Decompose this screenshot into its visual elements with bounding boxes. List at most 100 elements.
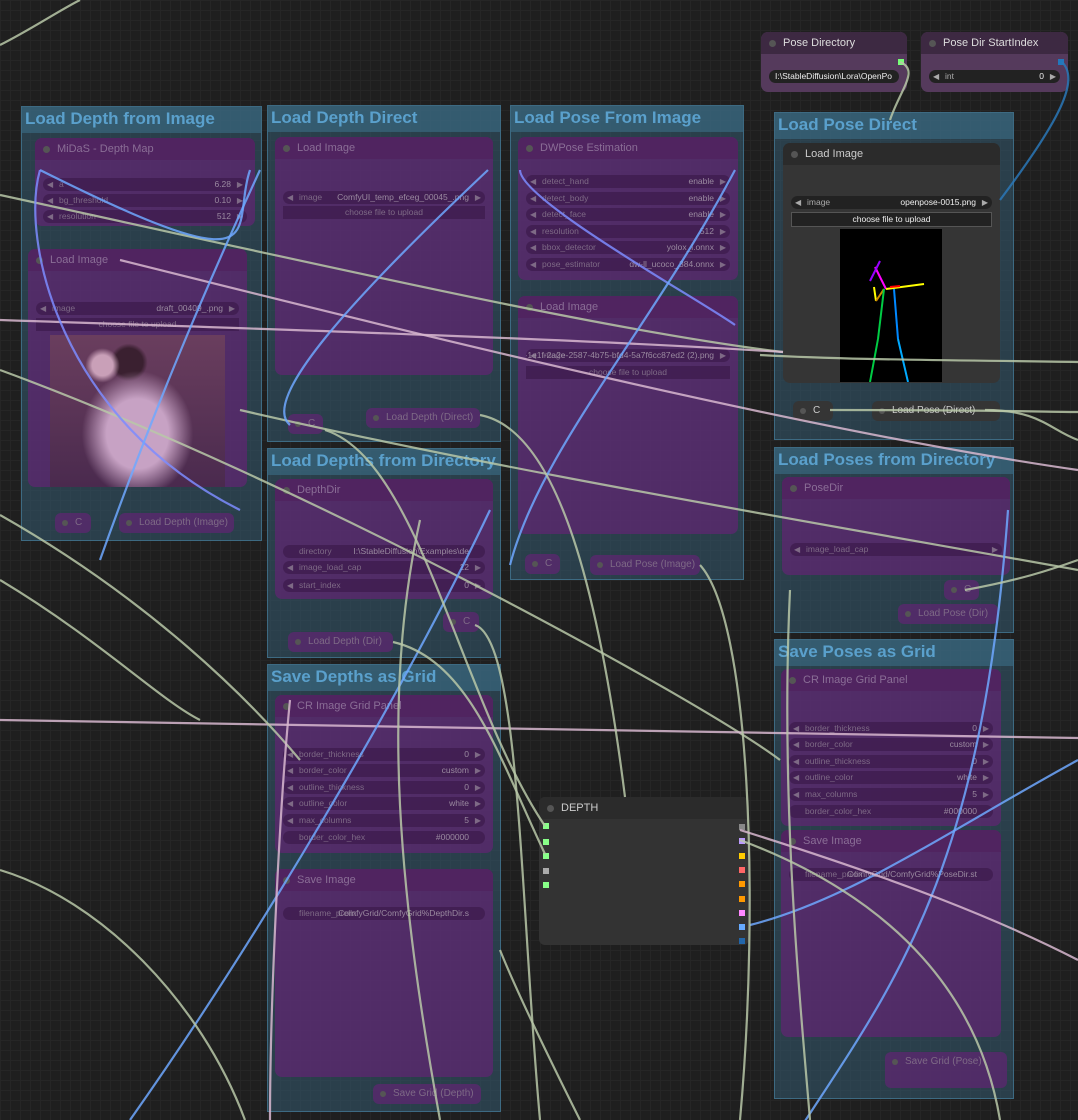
widget-filename-prefix[interactable]: filename_prefix ComfyGrid/ComfyGrid%Depth… xyxy=(283,907,485,920)
reroute-node-save-grid-depth[interactable]: Save Grid (Depth) xyxy=(373,1084,481,1104)
widget-border-thickness[interactable]: border_thickness 0 xyxy=(789,722,993,735)
node-pose-directory[interactable]: Pose Directory I:\StableDiffusion\Lora\Op… xyxy=(761,32,907,92)
reroute-node-c[interactable]: C xyxy=(525,554,560,574)
widget-label: resolution xyxy=(59,211,96,221)
group-title: Load Depth from Image xyxy=(22,107,261,133)
input-slot[interactable] xyxy=(543,839,549,845)
widget-pose-estimator[interactable]: pose_estimator dw-ll_ucoco_384.onnx xyxy=(526,258,730,271)
widget-value: yolox_l.onnx xyxy=(666,242,714,252)
node-title: Pose Directory xyxy=(761,32,907,54)
widget-image[interactable]: image openpose-0015.png xyxy=(791,196,992,209)
widget-start-index[interactable]: start_index 0 xyxy=(283,579,485,592)
widget-value: I:\StableDiffusion\Lora\OpenPo xyxy=(775,71,893,81)
widget-border-color-hex[interactable]: border_color_hex #000000 xyxy=(283,831,485,844)
widget-int[interactable]: int 0 xyxy=(929,70,1060,83)
widget-bbox-detector[interactable]: bbox_detector yolox_l.onnx xyxy=(526,241,730,254)
widget-outline-color[interactable]: outline_color white xyxy=(283,797,485,810)
output-slot[interactable] xyxy=(898,59,904,65)
reroute-node-c[interactable]: C xyxy=(55,513,91,533)
input-slot[interactable] xyxy=(543,868,549,874)
widget-border-color-hex[interactable]: border_color_hex #000000 xyxy=(789,805,993,818)
output-slot[interactable] xyxy=(739,838,745,845)
node-load-image-direct[interactable]: Load Image image ComfyUI_temp_efceg_00045_… xyxy=(275,137,493,375)
widget-image[interactable]: image ComfyUI_temp_efceg_00045_.png xyxy=(283,191,485,204)
widget-directory[interactable]: directory I:\StableDiffusion\Examples\de xyxy=(283,545,485,558)
widget-outline-thickness[interactable]: outline_thickness 0 xyxy=(283,781,485,794)
node-title: DEPTH xyxy=(539,797,749,819)
group-title: Save Poses as Grid xyxy=(775,640,1013,666)
input-slot[interactable] xyxy=(543,823,549,829)
widget-outline-color[interactable]: outline_color white xyxy=(789,771,993,784)
output-slot[interactable] xyxy=(739,866,745,873)
widget-value: 12 xyxy=(459,562,469,572)
widget-max-columns[interactable]: max_columns 5 xyxy=(283,814,485,827)
widget-detect-body[interactable]: detect_body enable xyxy=(526,192,730,205)
widget-image-load-cap[interactable]: image_load_cap xyxy=(790,543,1002,556)
widget-border-color[interactable]: border_color custom xyxy=(283,764,485,777)
node-title: Save Image xyxy=(275,869,493,891)
widget-value: 0 xyxy=(464,782,469,792)
reroute-node-c[interactable]: C xyxy=(443,612,479,632)
output-slot[interactable] xyxy=(739,881,745,888)
node-midas[interactable]: MiDaS - Depth Map a 6.28 bg_threshold 0.10 re… xyxy=(35,138,255,226)
widget-detect-hand[interactable]: detect_hand enable xyxy=(526,175,730,188)
widget-text[interactable]: I:\StableDiffusion\Lora\OpenPo xyxy=(769,70,899,83)
reroute-node-load-pose-dir[interactable]: Load Pose (Dir) xyxy=(898,604,998,624)
output-slot[interactable] xyxy=(739,895,745,902)
node-depth[interactable]: DEPTH xyxy=(539,797,749,945)
widget-filename-prefix[interactable]: filename_prefix ComfyGrid/ComfyGrid%PoseD… xyxy=(789,868,993,881)
widget-image[interactable]: image2372071f-1e1f-2a2e-2587-4b75-bfd4-5… xyxy=(526,349,730,362)
widget-label: border_thickness xyxy=(299,749,364,759)
widget-value: 0 xyxy=(464,580,469,590)
output-slot[interactable] xyxy=(739,938,745,945)
choose-file-button[interactable]: choose file to upload xyxy=(283,206,485,219)
node-depthdir[interactable]: DepthDir directory I:\StableDiffusion\Exam… xyxy=(275,479,493,599)
node-title: MiDaS - Depth Map xyxy=(35,138,255,160)
node-save-pose[interactable]: Save Image filename_prefix ComfyGrid/Comfy… xyxy=(781,830,1001,1037)
widget-resolution[interactable]: resolution 512 xyxy=(526,225,730,238)
widget-border-thickness[interactable]: border_thickness 0 xyxy=(283,748,485,761)
widget-max-columns[interactable]: max_columns 5 xyxy=(789,788,993,801)
reroute-node-load-depth-direct[interactable]: Load Depth (Direct) xyxy=(366,408,480,428)
reroute-node-save-grid-pose[interactable]: Save Grid (Pose) xyxy=(885,1052,1007,1088)
node-load-image-pose[interactable]: Load Image image2372071f-1e1f-2a2e-2587-4… xyxy=(518,296,738,534)
choose-file-button[interactable]: choose file to upload xyxy=(526,366,730,379)
reroute-node-c[interactable]: C xyxy=(793,401,833,421)
input-slot[interactable] xyxy=(543,853,549,859)
output-slot[interactable] xyxy=(739,852,745,859)
output-slot[interactable] xyxy=(739,824,745,830)
output-slot[interactable] xyxy=(739,909,745,916)
choose-file-button[interactable]: choose file to upload xyxy=(36,318,239,331)
widget-image-load-cap[interactable]: image_load_cap 12 xyxy=(283,561,485,574)
node-dwpose[interactable]: DWPose Estimationdetect_handenabledetect… xyxy=(518,137,738,280)
group-title: Load Pose From Image xyxy=(511,106,743,132)
widget-a[interactable]: a 6.28 xyxy=(43,178,247,191)
node-pose-dir-startindex[interactable]: Pose Dir StartIndex int 0 xyxy=(921,32,1068,92)
widget-border-color[interactable]: border_color custom xyxy=(789,738,993,751)
reroute-node-load-pose-image[interactable]: Load Pose (Image) xyxy=(590,555,700,575)
reroute-node-c[interactable]: C xyxy=(944,580,979,600)
widget-label: bbox_detector xyxy=(542,242,596,252)
widget-resolution[interactable]: resolution 512 xyxy=(43,210,247,223)
reroute-node-load-pose-direct[interactable]: Load Pose (Direct) xyxy=(872,401,1000,421)
widget-bg-threshold[interactable]: bg_threshold 0.10 xyxy=(43,194,247,207)
widget-outline-thickness[interactable]: outline_thickness 0 xyxy=(789,755,993,768)
widget-detect-face[interactable]: detect_face enable xyxy=(526,208,730,221)
reroute-node-load-depth-dir[interactable]: Load Depth (Dir) xyxy=(288,632,393,652)
node-save-depth[interactable]: Save Image filename_prefix ComfyGrid/Comfy… xyxy=(275,869,493,1077)
reroute-node-c[interactable]: C xyxy=(288,414,323,434)
output-slot[interactable] xyxy=(739,924,745,931)
choose-file-button[interactable]: choose file to upload xyxy=(791,212,992,227)
widget-label: detect_hand xyxy=(542,176,589,186)
group-title: Load Depth Direct xyxy=(268,106,500,132)
widget-image[interactable]: image draft_00409_.png xyxy=(36,302,239,315)
widget-label: image xyxy=(52,303,76,313)
reroute-node-load-depth-image[interactable]: Load Depth (Image) xyxy=(119,513,234,533)
node-grid-depth[interactable]: CR Image Grid Panelborder_thickness0bord… xyxy=(275,695,493,853)
node-grid-pose[interactable]: CR Image Grid Panelborder_thickness0bord… xyxy=(781,669,1001,826)
output-slot[interactable] xyxy=(1058,59,1064,65)
input-slot[interactable] xyxy=(543,882,549,888)
node-graph-canvas[interactable]: Load Depth from Image Load Depth Direct Lo… xyxy=(0,0,1078,1120)
node-title: Save Image xyxy=(781,830,1001,852)
node-posedir[interactable]: PoseDir image_load_cap xyxy=(782,477,1010,575)
